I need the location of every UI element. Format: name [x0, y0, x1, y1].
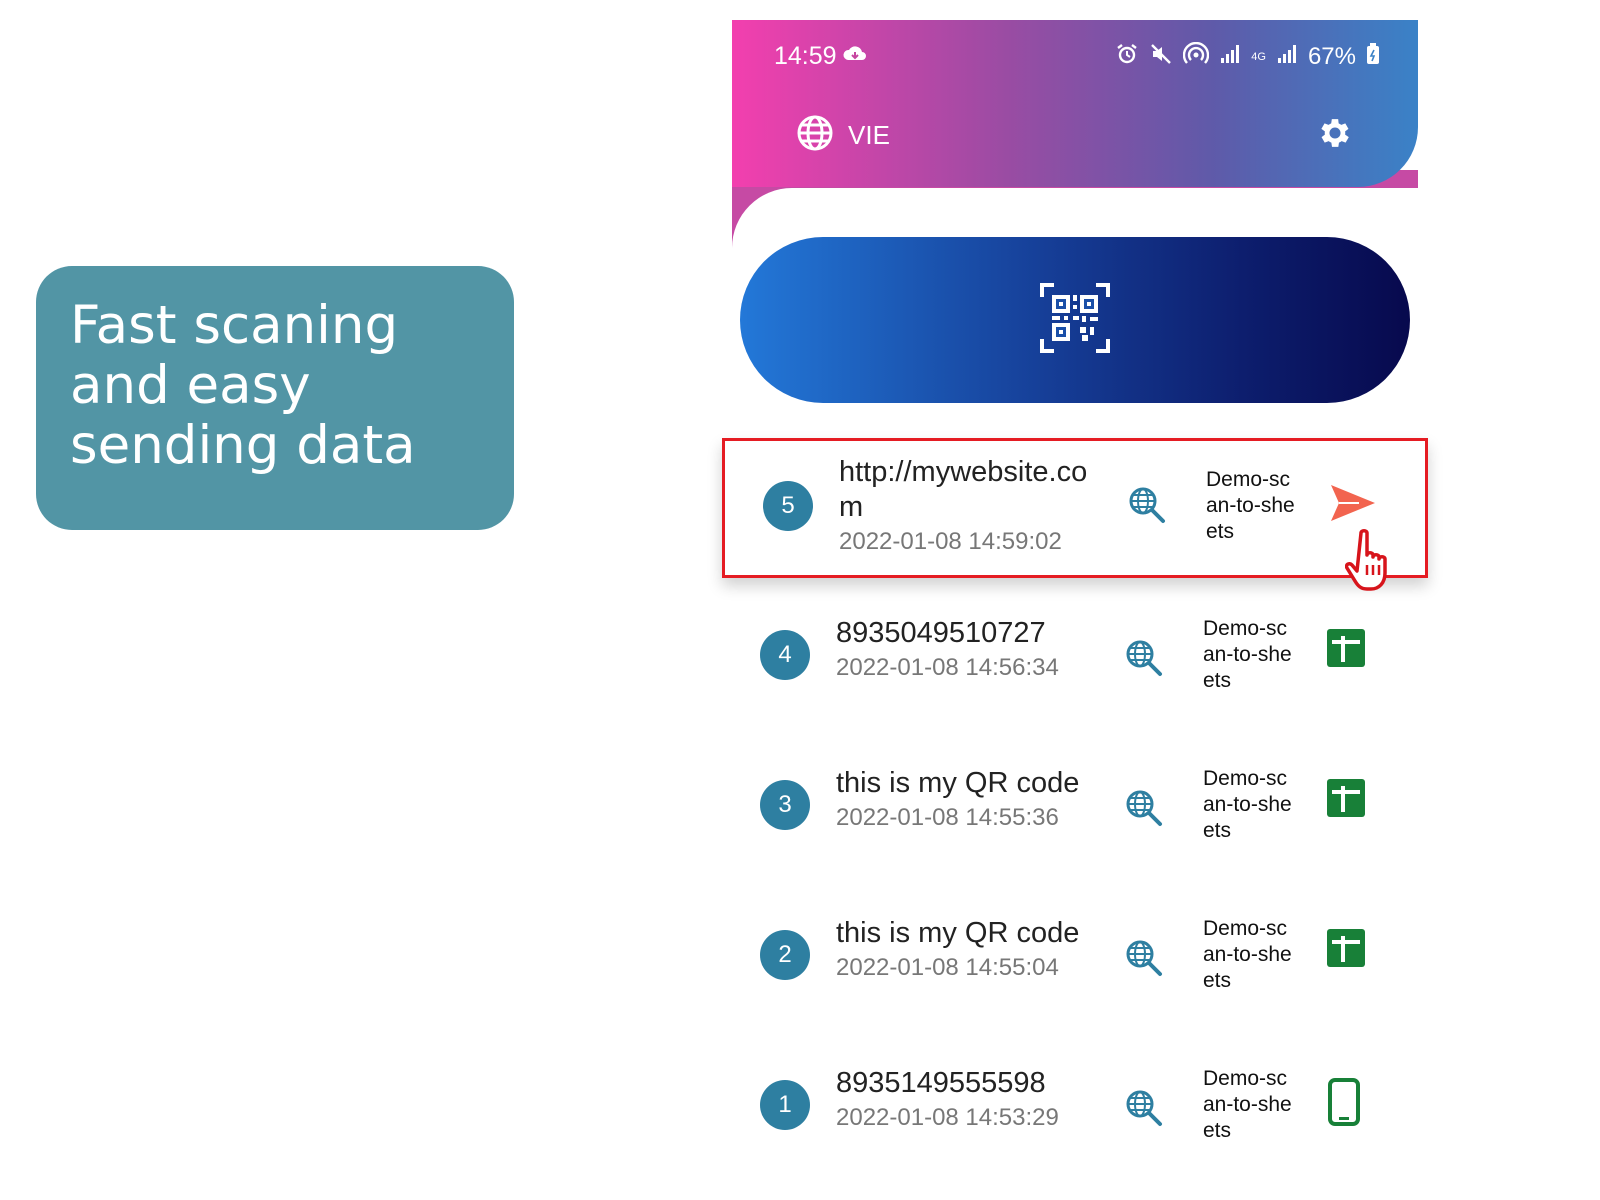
mobile-device-icon[interactable]	[1326, 1078, 1362, 1131]
sheet-name: Demo-scan-to-sheets	[1206, 468, 1295, 543]
google-sheets-icon[interactable]	[1326, 778, 1366, 823]
item-datetime: 2022-01-08 14:55:36	[836, 804, 1059, 831]
sheet-name: Demo-scan-to-sheets	[1203, 767, 1292, 842]
item-content: this is my QR code	[836, 917, 1080, 949]
sheet-name: Demo-scan-to-sheets	[1203, 1067, 1292, 1142]
list-item[interactable]: 5 http://mywebsite.com 2022-01-08 14:59:…	[722, 438, 1428, 591]
signal-icon	[1219, 43, 1241, 70]
item-content: 8935149555598	[836, 1067, 1046, 1099]
globe-icon	[796, 114, 834, 157]
battery-icon	[1366, 43, 1380, 70]
scan-button[interactable]	[740, 237, 1410, 403]
item-number-badge: 3	[760, 780, 810, 830]
item-content: http://mywebsite.com	[839, 456, 1088, 523]
phone-screen: 14:59 4G 67% VIE 5 http://mywebsite.com …	[722, 20, 1428, 1200]
item-datetime: 2022-01-08 14:59:02	[839, 528, 1062, 555]
app-header: 14:59 4G 67% VIE	[732, 20, 1418, 187]
language-label: VIE	[848, 120, 890, 150]
status-time: 14:59	[774, 42, 837, 70]
web-search-icon[interactable]	[1124, 1088, 1164, 1133]
settings-button[interactable]	[1316, 114, 1354, 157]
google-sheets-icon[interactable]	[1326, 628, 1366, 673]
web-search-icon[interactable]	[1124, 638, 1164, 683]
item-content: 8935049510727	[836, 617, 1046, 649]
sheet-name: Demo-scan-to-sheets	[1203, 617, 1292, 692]
mute-icon	[1149, 42, 1173, 71]
promo-callout: Fast scaning and easy sending data	[36, 266, 514, 530]
sheet-name: Demo-scan-to-sheets	[1203, 917, 1292, 992]
list-item[interactable]: 1 8935149555598 2022-01-08 14:53:29 Demo…	[732, 1038, 1418, 1188]
item-number-badge: 2	[760, 930, 810, 980]
promo-text: Fast scaning and easy sending data	[70, 295, 416, 476]
qr-code-icon	[1040, 282, 1110, 358]
item-content: this is my QR code	[836, 767, 1080, 799]
web-search-icon[interactable]	[1127, 485, 1167, 530]
language-button[interactable]: VIE	[796, 114, 890, 157]
item-datetime: 2022-01-08 14:55:04	[836, 954, 1059, 981]
item-number-badge: 5	[763, 481, 813, 531]
google-sheets-icon[interactable]	[1326, 928, 1366, 973]
cloud-icon	[842, 44, 868, 69]
battery-percent: 67%	[1307, 42, 1356, 70]
status-icons: 4G 67%	[1115, 41, 1380, 71]
network-type-label: 4G	[1251, 50, 1266, 63]
settings-gear-icon	[1316, 119, 1354, 156]
scan-history-list: 5 http://mywebsite.com 2022-01-08 14:59:…	[722, 438, 1428, 1188]
web-search-icon[interactable]	[1124, 788, 1164, 833]
send-icon[interactable]	[1329, 481, 1377, 530]
web-search-icon[interactable]	[1124, 938, 1164, 983]
item-number-badge: 1	[760, 1080, 810, 1130]
list-item[interactable]: 2 this is my QR code 2022-01-08 14:55:04…	[732, 888, 1418, 1038]
hotspot-icon	[1183, 41, 1210, 71]
list-item[interactable]: 4 8935049510727 2022-01-08 14:56:34 Demo…	[732, 588, 1418, 738]
item-datetime: 2022-01-08 14:56:34	[836, 654, 1059, 681]
signal-icon-2	[1276, 43, 1298, 70]
list-item[interactable]: 3 this is my QR code 2022-01-08 14:55:36…	[732, 738, 1418, 888]
alarm-icon	[1115, 42, 1139, 71]
item-datetime: 2022-01-08 14:53:29	[836, 1104, 1059, 1131]
item-number-badge: 4	[760, 630, 810, 680]
